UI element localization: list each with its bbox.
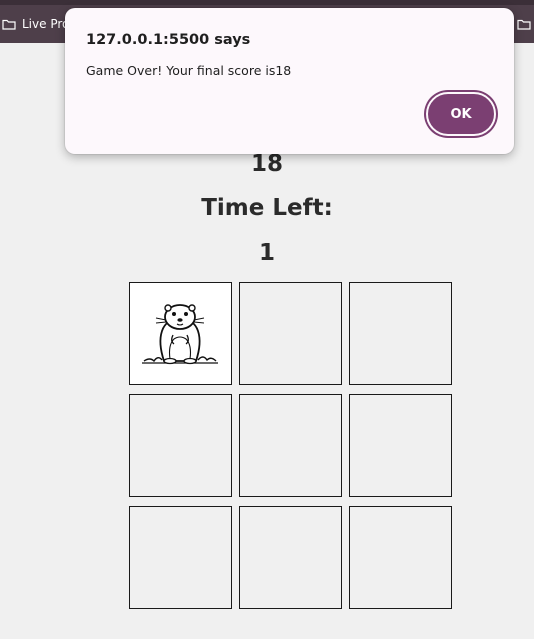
ok-button[interactable]: OK <box>426 92 496 136</box>
time-left-label: Time Left: <box>201 195 333 221</box>
mole-grid <box>129 282 452 609</box>
grid-cell-1[interactable] <box>129 282 232 385</box>
time-left-value: 1 <box>258 240 275 266</box>
score-value: 18 <box>250 151 283 177</box>
alert-dialog: 127.0.0.1:5500 says Game Over! Your fina… <box>65 8 514 154</box>
folder-icon <box>2 18 16 30</box>
grid-cell-2[interactable] <box>239 282 342 385</box>
grid-cell-9[interactable] <box>349 506 452 609</box>
bookmark-folder[interactable] <box>517 5 534 43</box>
dialog-message: Game Over! Your final score is18 <box>86 63 292 78</box>
grid-cell-4[interactable] <box>129 394 232 497</box>
grid-cell-5[interactable] <box>239 394 342 497</box>
groundhog-icon <box>142 304 218 365</box>
bookmark-folder-live-projects[interactable]: Live Proj <box>2 5 73 43</box>
grid-cell-6[interactable] <box>349 394 452 497</box>
folder-icon <box>517 18 531 30</box>
dialog-origin: 127.0.0.1:5500 says <box>86 32 251 48</box>
grid-cell-3[interactable] <box>349 282 452 385</box>
grid-cell-7[interactable] <box>129 506 232 609</box>
grid-cell-8[interactable] <box>239 506 342 609</box>
